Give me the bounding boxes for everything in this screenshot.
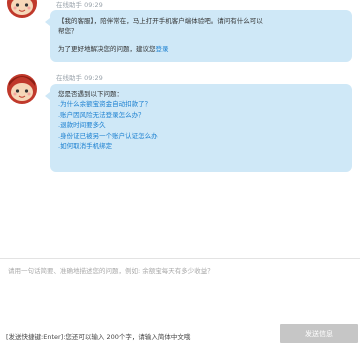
message-time: 09:29 [84, 74, 103, 82]
message-meta: 在线助手 09:29 [56, 0, 103, 9]
message-text: 为了更好地解决您的问题，建议您 [58, 45, 156, 53]
send-button[interactable]: 发送信息 [280, 324, 358, 343]
faq-link-id-verified[interactable]: .身份证已被另一个账户认证怎么办 [58, 131, 344, 142]
message-time: 09:29 [84, 1, 103, 9]
faq-link-unbind-phone[interactable]: .如何取消手机绑定 [58, 141, 344, 152]
message-line: 帮您？ [58, 27, 78, 35]
message-line: 为了更好地解决您的问题，建议您登录 [58, 44, 344, 54]
sender-name: 在线助手 [56, 74, 82, 82]
faq-link-auto-deduction[interactable]: .为什么余额宝资金自动扣款了？ [58, 99, 344, 110]
faq-link-refund-time[interactable]: .退款时间要多久 [58, 120, 344, 131]
question-input[interactable] [0, 259, 360, 319]
message-bubble: 您是否遇到以下问题： .为什么余额宝资金自动扣款了？ .账户因风险无法登录怎么办… [45, 84, 352, 172]
sender-name: 在线助手 [56, 1, 82, 9]
faq-link-account-risk[interactable]: .账户因风险无法登录怎么办？ [58, 110, 344, 121]
login-link[interactable]: 登录 [156, 45, 169, 53]
message-bubble: 【我的客服】，陪伴常在，马上打开手机客户端体验吧。请问有什么可以 帮您？ 为了更… [45, 10, 352, 62]
assistant-avatar-icon [7, 0, 37, 18]
send-shortcut-hint: [发送快捷键:Enter]:您还可以输入 200个字，请输入简体中文哦 [6, 333, 191, 341]
chat-history[interactable]: 在线助手 09:29 【我的客服】，陪伴常在，马上打开手机客户端体验吧。请问有什… [0, 0, 360, 258]
message-line: 【我的客服】，陪伴常在，马上打开手机客户端体验吧。请问有什么可以 [58, 17, 263, 25]
assistant-avatar-icon [7, 74, 37, 104]
chat-window: 在线助手 09:29 【我的客服】，陪伴常在，马上打开手机客户端体验吧。请问有什… [0, 0, 360, 343]
message-intro: 您是否遇到以下问题： [58, 90, 123, 98]
message-meta: 在线助手 09:29 [56, 72, 103, 82]
